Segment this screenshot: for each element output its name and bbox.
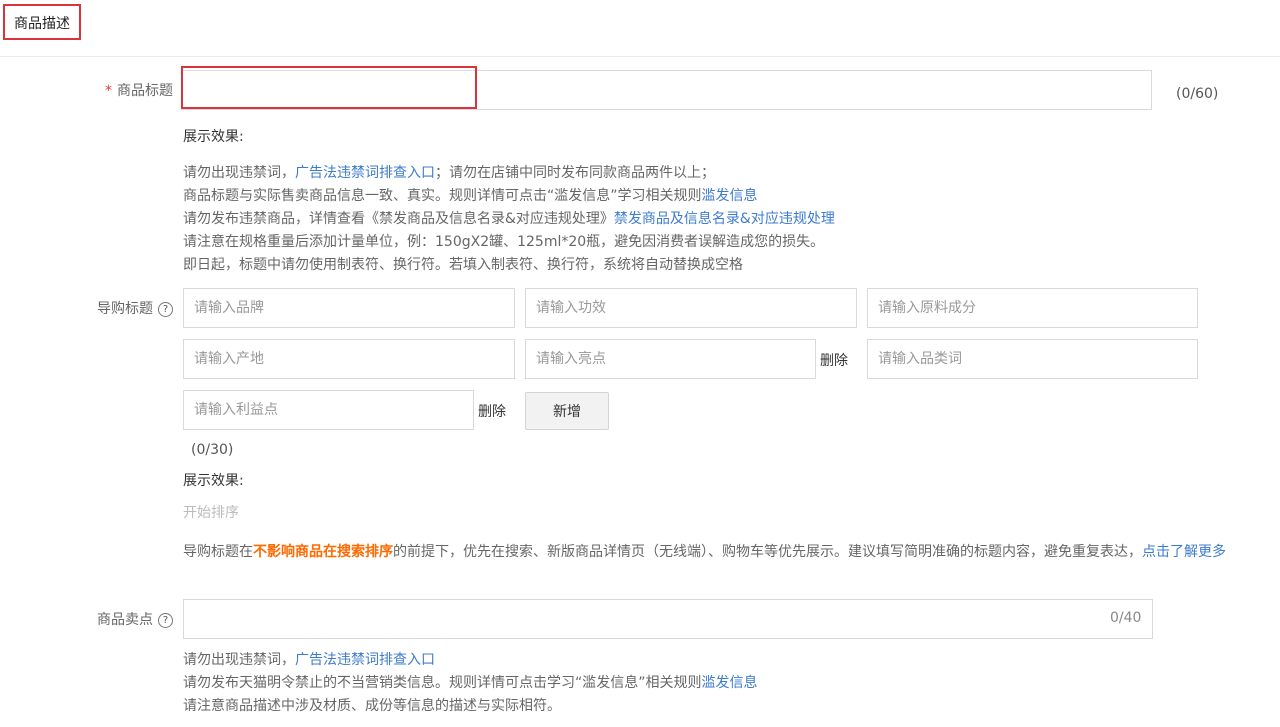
product-title-counter: (0/60) — [1176, 86, 1219, 102]
brand-input[interactable] — [183, 288, 515, 328]
start-sort-button[interactable]: 开始排序 — [183, 502, 239, 522]
tip-text: 请勿出现违禁词， — [183, 165, 295, 181]
section-tab-product-description[interactable]: 商品描述 — [3, 4, 81, 40]
tip-line-2: 商品标题与实际售卖商品信息一致、真实。规则详情可点击“滥发信息”学习相关规则滥发… — [183, 185, 1263, 208]
help-icon[interactable]: ? — [158, 302, 173, 317]
tip-text: 请勿发布违禁商品，详情查看《禁发商品及信息名录&对应违规处理》 — [183, 211, 614, 227]
product-title-input[interactable] — [181, 70, 1152, 110]
selling-point-tips: 请勿出现违禁词，广告法违禁词排查入口 请勿发布天猫明令禁止的不当营销类信息。规则… — [183, 649, 1263, 718]
tip-line-2: 请勿发布天猫明令禁止的不当营销类信息。规则详情可点击学习“滥发信息”相关规则滥发… — [183, 672, 1263, 695]
desc-text: 导购标题在 — [183, 544, 253, 560]
tip-text: 请勿出现违禁词， — [183, 652, 295, 668]
spam-info-link[interactable]: 滥发信息 — [702, 675, 758, 691]
highlight-input[interactable] — [525, 339, 816, 379]
delete-benefit-button[interactable]: 删除 — [478, 401, 506, 421]
guide-title-counter: (0/30) — [191, 442, 234, 458]
selling-point-label: 商品卖点? — [33, 609, 173, 629]
learn-more-link[interactable]: 点击了解更多 — [1142, 544, 1226, 560]
selling-point-label-text: 商品卖点 — [97, 612, 153, 628]
selling-point-input[interactable] — [183, 599, 1153, 639]
product-title-label-text: 商品标题 — [117, 83, 173, 99]
tip-text: ；请勿在店铺中同时发布同款商品两件以上； — [435, 165, 715, 181]
guide-title-label: 导购标题? — [33, 298, 173, 318]
tip-line-3: 请注意商品描述中涉及材质、成份等信息的描述与实际相符。 — [183, 698, 561, 714]
category-input[interactable] — [867, 339, 1198, 379]
guide-title-label-text: 导购标题 — [97, 301, 153, 317]
banned-words-link[interactable]: 广告法违禁词排查入口 — [295, 652, 435, 668]
spam-info-link[interactable]: 滥发信息 — [702, 188, 758, 204]
selling-point-counter: 0/40 — [1110, 610, 1142, 626]
banned-words-link[interactable]: 广告法违禁词排查入口 — [295, 165, 435, 181]
delete-highlight-button[interactable]: 删除 — [820, 350, 848, 370]
section-title: 商品描述 — [14, 16, 70, 32]
tip-text: 请勿发布天猫明令禁止的不当营销类信息。规则详情可点击学习“滥发信息”相关规则 — [183, 675, 702, 691]
guide-title-preview-label: 展示效果: — [183, 473, 244, 489]
product-title-label: * 商品标题 — [33, 80, 173, 100]
section-header — [0, 0, 1280, 57]
prohibited-list-link[interactable]: 禁发商品及信息名录&对应违规处理 — [614, 211, 835, 227]
tip-line-1: 请勿出现违禁词，广告法违禁词排查入口 — [183, 649, 1263, 672]
product-title-preview-label: 展示效果: — [183, 129, 244, 145]
tip-line-1: 请勿出现违禁词，广告法违禁词排查入口；请勿在店铺中同时发布同款商品两件以上； — [183, 162, 1263, 185]
tip-line-4: 请注意在规格重量后添加计量单位，例：150gX2罐、125ml*20瓶，避免因消… — [183, 234, 825, 250]
guide-title-description: 导购标题在不影响商品在搜索排序的前提下，优先在搜索、新版商品详情页（无线端）、购… — [183, 541, 1263, 564]
origin-input[interactable] — [183, 339, 515, 379]
tip-line-3: 请勿发布违禁商品，详情查看《禁发商品及信息名录&对应违规处理》禁发商品及信息名录… — [183, 208, 1263, 231]
ingredient-input[interactable] — [867, 288, 1198, 328]
add-button[interactable]: 新增 — [525, 392, 609, 430]
desc-text: 的前提下，优先在搜索、新版商品详情页（无线端）、购物车等优先展示。建议填写简明准… — [393, 544, 1142, 560]
desc-emphasis: 不影响商品在搜索排序 — [253, 544, 393, 560]
benefit-input[interactable] — [183, 390, 474, 430]
help-icon[interactable]: ? — [158, 613, 173, 628]
tip-line-5: 即日起，标题中请勿使用制表符、换行符。若填入制表符、换行符，系统将自动替换成空格 — [183, 257, 743, 273]
product-title-tips: 请勿出现违禁词，广告法违禁词排查入口；请勿在店铺中同时发布同款商品两件以上； 商… — [183, 162, 1263, 277]
required-mark: * — [105, 83, 112, 99]
tip-text: 商品标题与实际售卖商品信息一致、真实。规则详情可点击“滥发信息”学习相关规则 — [183, 188, 702, 204]
effect-input[interactable] — [525, 288, 857, 328]
